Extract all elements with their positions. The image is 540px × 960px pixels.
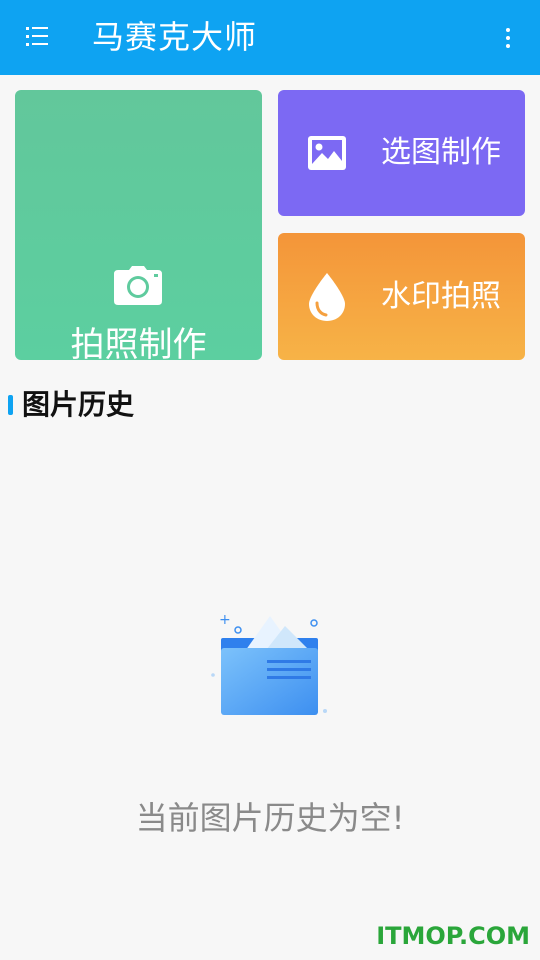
watermark-photo-tile[interactable]: 水印拍照 bbox=[278, 233, 525, 360]
svg-text:+: + bbox=[219, 612, 231, 628]
pick-image-tile[interactable]: 选图制作 bbox=[278, 90, 525, 216]
menu-button[interactable] bbox=[18, 22, 58, 54]
more-options-button[interactable] bbox=[498, 24, 518, 52]
watermark-photo-label: 水印拍照 bbox=[381, 279, 501, 314]
pick-image-label: 选图制作 bbox=[381, 135, 501, 170]
empty-folder-icon: + bbox=[211, 612, 327, 715]
section-accent-bar bbox=[8, 395, 13, 415]
app-title: 马赛克大师 bbox=[92, 18, 258, 56]
water-drop-icon bbox=[309, 273, 345, 321]
app-bar: 马赛克大师 bbox=[0, 0, 540, 75]
empty-history-message: 当前图片历史为空! bbox=[135, 799, 405, 837]
photo-make-label: 拍照制作 bbox=[70, 325, 207, 365]
image-icon bbox=[308, 136, 346, 170]
history-title: 图片历史 bbox=[22, 388, 135, 421]
photo-make-tile[interactable]: 拍照制作 bbox=[15, 90, 262, 365]
camera-icon bbox=[114, 266, 162, 305]
site-watermark: ITMOP.COM bbox=[376, 922, 530, 950]
